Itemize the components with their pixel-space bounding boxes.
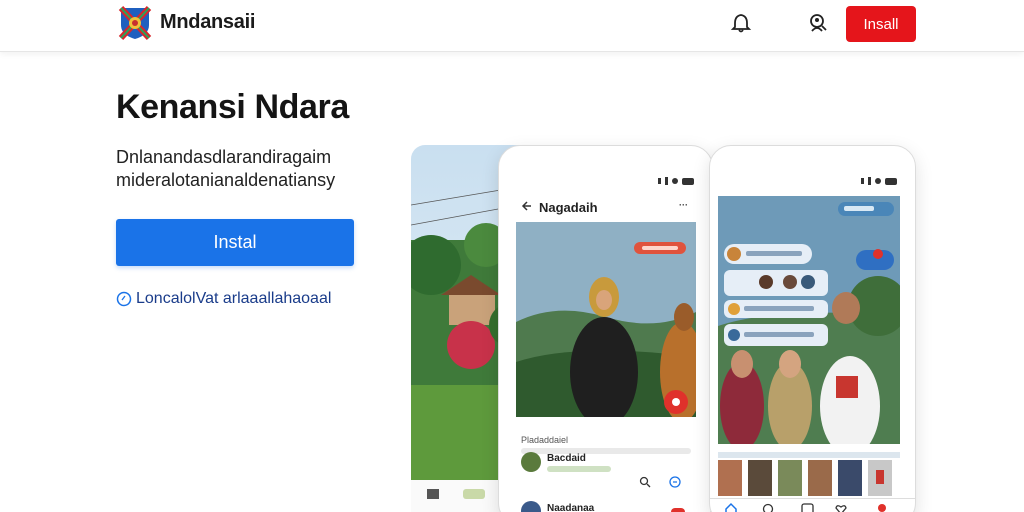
account-search-icon[interactable]: [806, 12, 828, 34]
avatar[interactable]: [521, 452, 541, 472]
nav-divider: [710, 498, 915, 499]
thumbnail-strip[interactable]: [718, 460, 900, 496]
brand-name: Mndansaii: [160, 11, 256, 33]
info-link-text: LoncalolVat arlaaallahaoaal: [136, 290, 332, 307]
description-line: mideralotanianaldenatiansy: [116, 170, 336, 190]
install-button[interactable]: Instal: [116, 219, 354, 266]
info-link[interactable]: LoncalolVat arlaaallahaoaal: [116, 290, 331, 308]
info-circle-icon: [116, 291, 132, 307]
feed-photo[interactable]: [516, 222, 696, 417]
post-meta: Pladaddaiel: [521, 435, 569, 445]
thumbnail-strip-divider: [718, 452, 900, 458]
phone-mockup-video: [709, 145, 916, 512]
page-title: Kenansi Ndara: [116, 88, 349, 126]
group-video-photo[interactable]: [718, 196, 900, 444]
top-header: Mndansaii Insall: [0, 0, 1024, 52]
post-author: Bacdaid: [547, 453, 586, 464]
more-dots-icon[interactable]: ···: [679, 200, 688, 210]
avatar[interactable]: [521, 501, 541, 512]
hero-description: Dnlanandasdlarandiragaim mideralotaniana…: [116, 146, 376, 192]
back-arrow-icon[interactable]: [521, 200, 533, 212]
header-install-button[interactable]: Insall: [846, 6, 916, 42]
phone-mockup-feed: Nagadaih ··· Pladaddaiel Bacdaid Naadana…: [498, 145, 713, 512]
text-placeholder: [547, 466, 611, 472]
search-icon[interactable]: [639, 476, 651, 488]
feed-title: Nagadaih: [539, 200, 598, 215]
status-bar: [658, 177, 694, 185]
bell-icon[interactable]: [730, 12, 752, 34]
page: Mndansaii Insall Kenansi Ndara Dnlananda…: [0, 0, 1024, 512]
post-author: Naadanaa: [547, 503, 595, 512]
description-line: Dnlanandasdlarandiragaim: [116, 147, 332, 167]
notification-dot-icon: [671, 508, 685, 512]
bottom-nav[interactable]: [724, 502, 904, 512]
send-icon[interactable]: [669, 476, 681, 488]
brand-logo-icon[interactable]: [117, 5, 153, 41]
status-bar: [861, 177, 897, 185]
